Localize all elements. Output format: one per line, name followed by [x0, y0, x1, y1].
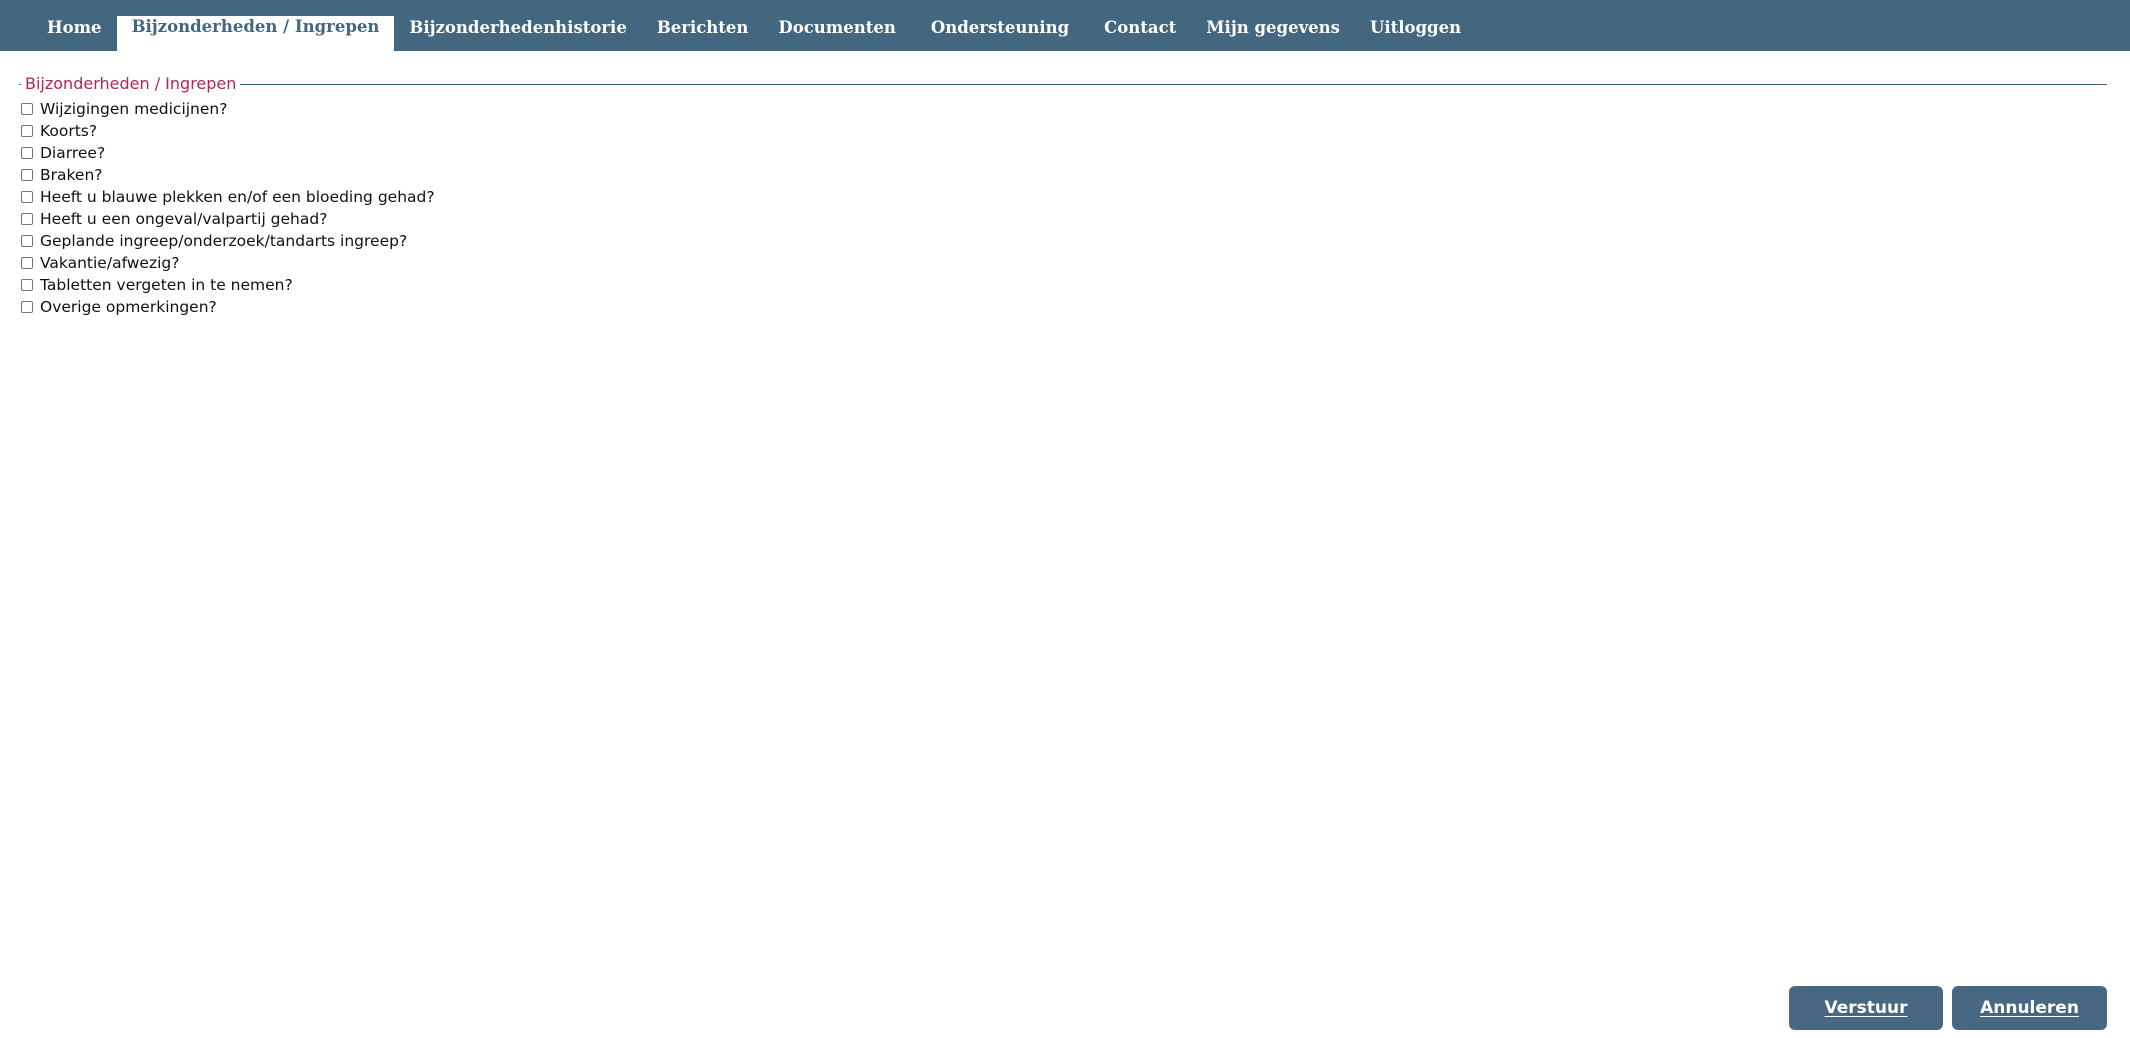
tab-contact[interactable]: Contact	[1089, 16, 1191, 39]
tab-bijzonderhedenhistorie[interactable]: Bijzonderhedenhistorie	[394, 16, 641, 39]
options-list: Wijzigingen medicijnen? Koorts? Diarree?…	[19, 98, 2107, 318]
option-vakantie-afwezig[interactable]: Vakantie/afwezig?	[19, 252, 2107, 274]
checkbox-overige-opmerkingen[interactable]	[21, 301, 33, 313]
option-label: Heeft u blauwe plekken en/of een bloedin…	[40, 188, 435, 206]
tab-berichten[interactable]: Berichten	[642, 16, 764, 39]
option-ongeval-valpartij[interactable]: Heeft u een ongeval/valpartij gehad?	[19, 208, 2107, 230]
tab-berichten-label: Berichten	[656, 18, 749, 37]
tab-bijzonderheden-ingrepen[interactable]: Bijzonderheden / Ingrepen	[116, 16, 395, 51]
option-geplande-ingreep[interactable]: Geplande ingreep/onderzoek/tandarts ingr…	[19, 230, 2107, 252]
option-braken[interactable]: Braken?	[19, 164, 2107, 186]
send-button[interactable]: Verstuur	[1789, 986, 1943, 1030]
tab-documenten-label: Documenten	[778, 18, 896, 37]
option-overige-opmerkingen[interactable]: Overige opmerkingen?	[19, 296, 2107, 318]
tab-ondersteuning-label: Ondersteuning	[930, 18, 1070, 37]
checkbox-diarree[interactable]	[21, 147, 33, 159]
nav-tabs: Home Bijzonderheden / Ingrepen Bijzonder…	[32, 16, 1476, 51]
cancel-button-label: Annuleren	[1980, 998, 2079, 1018]
tab-bijzonderheden-ingrepen-label: Bijzonderheden / Ingrepen	[131, 17, 380, 36]
checkbox-braken[interactable]	[21, 169, 33, 181]
fieldset-header: Bijzonderheden / Ingrepen	[19, 72, 2107, 96]
option-label: Overige opmerkingen?	[40, 298, 217, 316]
option-label: Tabletten vergeten in te nemen?	[40, 276, 293, 294]
legend-divider	[19, 84, 2107, 85]
tab-bijzonderhedenhistorie-label: Bijzonderhedenhistorie	[409, 18, 627, 37]
fieldset-legend: Bijzonderheden / Ingrepen	[21, 72, 241, 96]
tab-contact-label: Contact	[1104, 18, 1177, 37]
option-label: Braken?	[40, 166, 103, 184]
option-label: Diarree?	[40, 144, 106, 162]
top-navigation-bar: Home Bijzonderheden / Ingrepen Bijzonder…	[0, 0, 2130, 51]
checkbox-wijzigingen-medicijnen[interactable]	[21, 103, 33, 115]
checkbox-tabletten-vergeten[interactable]	[21, 279, 33, 291]
option-label: Wijzigingen medicijnen?	[40, 100, 228, 118]
checkbox-koorts[interactable]	[21, 125, 33, 137]
option-tabletten-vergeten[interactable]: Tabletten vergeten in te nemen?	[19, 274, 2107, 296]
tab-documenten[interactable]: Documenten	[763, 16, 915, 39]
send-button-label: Verstuur	[1824, 998, 1908, 1018]
option-label: Koorts?	[40, 122, 98, 140]
option-blauwe-plekken[interactable]: Heeft u blauwe plekken en/of een bloedin…	[19, 186, 2107, 208]
tab-uitloggen[interactable]: Uitloggen	[1355, 16, 1476, 39]
tab-home[interactable]: Home	[32, 16, 117, 39]
checkbox-ongeval-valpartij[interactable]	[21, 213, 33, 225]
option-label: Geplande ingreep/onderzoek/tandarts ingr…	[40, 232, 408, 250]
option-label: Vakantie/afwezig?	[40, 254, 180, 272]
option-wijzigingen-medicijnen[interactable]: Wijzigingen medicijnen?	[19, 98, 2107, 120]
tab-home-label: Home	[47, 18, 102, 37]
option-label: Heeft u een ongeval/valpartij gehad?	[40, 210, 328, 228]
cancel-button[interactable]: Annuleren	[1952, 986, 2107, 1030]
checkbox-geplande-ingreep[interactable]	[21, 235, 33, 247]
tab-mijn-gegevens-label: Mijn gegevens	[1206, 18, 1340, 37]
tab-uitloggen-label: Uitloggen	[1369, 18, 1462, 37]
checkbox-blauwe-plekken[interactable]	[21, 191, 33, 203]
checkbox-vakantie-afwezig[interactable]	[21, 257, 33, 269]
option-koorts[interactable]: Koorts?	[19, 120, 2107, 142]
option-diarree[interactable]: Diarree?	[19, 142, 2107, 164]
bijzonderheden-fieldset: Bijzonderheden / Ingrepen Wijzigingen me…	[19, 72, 2107, 318]
tab-mijn-gegevens[interactable]: Mijn gegevens	[1191, 16, 1355, 39]
tab-ondersteuning[interactable]: Ondersteuning	[916, 16, 1089, 39]
